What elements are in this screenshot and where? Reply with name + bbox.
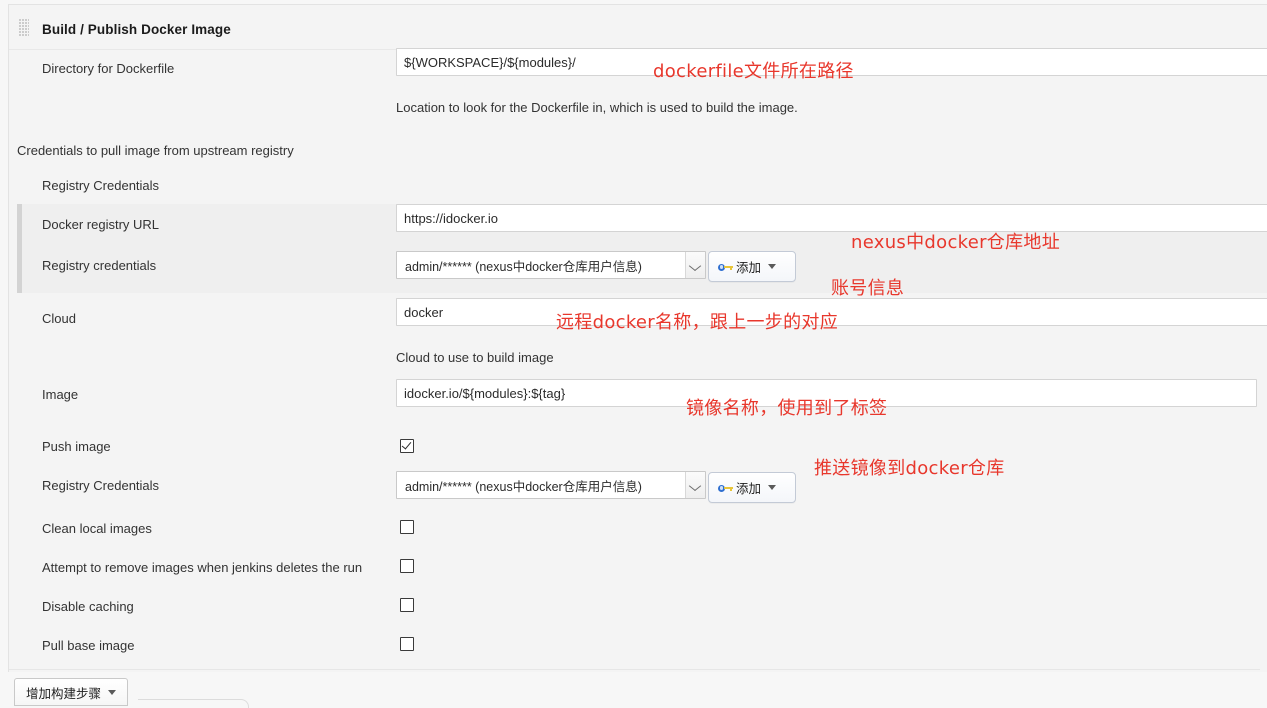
drag-dots-icon[interactable] <box>19 19 29 36</box>
add-button-label: 添加 <box>736 482 762 496</box>
label-docker-registry-url: Docker registry URL <box>42 217 160 232</box>
help-cloud: Cloud to use to build image <box>396 350 554 365</box>
registry-credentials-selected-value: admin/****** (nexus中docker仓库用户信息) <box>405 259 642 274</box>
label-registry-credentials: Registry credentials <box>42 258 157 273</box>
label-remove-images-on-delete: Attempt to remove images when jenkins de… <box>42 560 363 575</box>
push-image-checkbox[interactable] <box>400 439 414 453</box>
chevron-down-icon[interactable] <box>685 472 705 498</box>
help-directory-for-dockerfile: Location to look for the Dockerfile in, … <box>396 100 798 115</box>
label-image: Image <box>42 387 79 402</box>
remove-images-on-delete-checkbox[interactable] <box>400 559 414 573</box>
footer-area: 增加构建步骤 <box>8 672 1267 708</box>
caret-down-icon <box>768 264 777 269</box>
chevron-down-icon[interactable] <box>685 252 705 278</box>
label-registry-credentials-heading: Registry Credentials <box>42 178 160 193</box>
annotation-account-info: 账号信息 <box>831 278 905 299</box>
push-registry-credentials-selected-value: admin/****** (nexus中docker仓库用户信息) <box>405 479 642 494</box>
push-registry-credentials-select[interactable]: admin/****** (nexus中docker仓库用户信息) <box>396 471 706 499</box>
annotation-image-name-tag: 镜像名称，使用到了标签 <box>686 398 888 419</box>
pull-base-image-checkbox[interactable] <box>400 637 414 651</box>
label-cloud: Cloud <box>42 311 76 326</box>
label-clean-local-images: Clean local images <box>42 521 152 536</box>
label-credentials-group: Credentials to pull image from upstream … <box>17 143 294 158</box>
add-push-registry-credentials-button[interactable]: 添加 <box>708 472 796 503</box>
caret-down-icon <box>108 689 117 695</box>
clean-local-images-checkbox[interactable] <box>400 520 414 534</box>
label-directory-for-dockerfile: Directory for Dockerfile <box>42 61 175 76</box>
section-header: Build / Publish Docker Image <box>9 5 1267 50</box>
add-build-step-button[interactable]: 增加构建步骤 <box>14 678 129 706</box>
docker-registry-url-input[interactable] <box>396 204 1267 232</box>
add-button-label: 添加 <box>736 261 762 275</box>
label-disable-caching: Disable caching <box>42 599 134 614</box>
registry-credentials-select[interactable]: admin/****** (nexus中docker仓库用户信息) <box>396 251 706 279</box>
divider <box>9 669 1260 670</box>
build-step-panel: Build / Publish Docker Image Directory f… <box>8 4 1267 672</box>
page-title: Build / Publish Docker Image <box>42 22 231 37</box>
annotation-nexus-registry-address: nexus中docker仓库地址 <box>851 232 1060 253</box>
add-registry-credentials-button[interactable]: 添加 <box>708 251 796 282</box>
key-icon <box>718 483 733 493</box>
add-build-step-label: 增加构建步骤 <box>26 686 102 701</box>
caret-down-icon <box>768 485 777 490</box>
label-push-image: Push image <box>42 439 111 454</box>
annotation-remote-docker-name: 远程docker名称，跟上一步的对应 <box>556 312 838 333</box>
annotation-push-image-to-registry: 推送镜像到docker仓库 <box>814 458 1005 479</box>
label-pull-base-image: Pull base image <box>42 638 135 653</box>
annotation-dockerfile-path: dockerfile文件所在路径 <box>653 61 854 82</box>
key-icon <box>718 262 733 272</box>
disable-caching-checkbox[interactable] <box>400 598 414 612</box>
label-push-registry-credentials: Registry Credentials <box>42 478 160 493</box>
